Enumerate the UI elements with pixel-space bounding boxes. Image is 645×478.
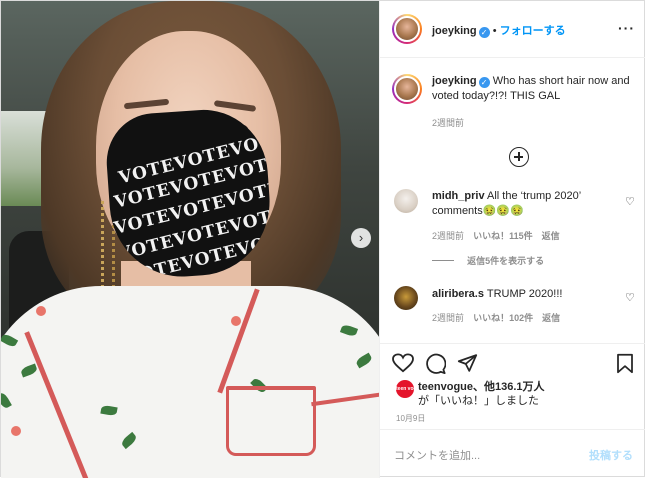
author-username[interactable]: joeyking — [432, 25, 477, 37]
share-icon[interactable] — [457, 353, 478, 373]
reply-button[interactable]: 返信 — [542, 313, 560, 323]
reply-button[interactable]: 返信 — [542, 231, 560, 241]
commenter-avatar[interactable] — [394, 286, 418, 310]
pajama-shirt — [1, 286, 379, 478]
comment-meta: 2週間前 いいね！102件 返信 — [432, 313, 561, 323]
instagram-post: VOTEVOTEVOTE VOTEVOTEVOTE VOTEVOTEVOTE V… — [0, 0, 645, 478]
caption: joeyking ✓ Who has short hair now and vot… — [432, 74, 637, 104]
post-header: joeyking ✓ • フォローする ··· — [380, 1, 645, 58]
vote-mask: VOTEVOTEVOTE VOTEVOTEVOTE VOTEVOTEVOTE V… — [103, 105, 275, 282]
comment-text: TRUMP 2020!!! — [486, 288, 563, 300]
next-arrow-icon[interactable]: › — [351, 228, 371, 248]
comment: midh_priv All the ‘trump 2020’ comments🤢… — [432, 189, 622, 219]
comment: aliribera.s TRUMP 2020!!! — [432, 287, 622, 302]
heart-icon[interactable] — [392, 353, 414, 373]
comment-username[interactable]: midh_priv — [432, 190, 485, 202]
likes-text[interactable]: teenvogue、他136.1万人 — [418, 381, 545, 393]
heart-icon[interactable]: ♡ — [625, 291, 635, 304]
verified-icon: ✓ — [478, 27, 490, 38]
likes-suffix: が「いいね！」しました — [418, 395, 539, 407]
comment-likes[interactable]: いいね！102件 — [473, 313, 533, 323]
comment-input[interactable]: コメントを追加... — [394, 447, 480, 463]
action-bar: teen vogue teenvogue、他136.1万人 が「いいね！」しまし… — [380, 343, 645, 429]
comment-bar: コメントを追加... 投稿する — [380, 429, 645, 478]
caption-avatar[interactable] — [392, 74, 422, 104]
dot-separator: • — [492, 25, 497, 37]
follow-button[interactable]: フォローする — [500, 25, 566, 37]
bookmark-icon[interactable] — [616, 353, 634, 374]
add-icon[interactable] — [509, 147, 529, 167]
avatar[interactable] — [392, 14, 422, 44]
post-comment-button[interactable]: 投稿する — [589, 447, 633, 463]
caption-time: 2週間前 — [432, 118, 465, 128]
comment-username[interactable]: aliribera.s — [432, 288, 484, 300]
commenter-avatar[interactable] — [394, 189, 418, 213]
comment-icon[interactable] — [425, 353, 446, 374]
comment-likes[interactable]: いいね！115件 — [473, 231, 533, 241]
more-icon[interactable]: ··· — [618, 20, 635, 36]
teenvogue-avatar[interactable]: teen vogue — [396, 380, 414, 398]
post-photo[interactable]: VOTEVOTEVOTE VOTEVOTEVOTE VOTEVOTEVOTE V… — [1, 1, 379, 478]
verified-icon: ✓ — [478, 77, 490, 88]
post-side-panel: joeyking ✓ • フォローする ··· joeyking ✓ Who has… — [379, 1, 645, 478]
heart-icon[interactable]: ♡ — [625, 195, 635, 208]
post-date: 10月9日 — [396, 414, 426, 423]
caption-username[interactable]: joeyking — [432, 75, 477, 87]
comment-meta: 2週間前 いいね！115件 返信 — [432, 231, 560, 241]
shirt-pocket — [226, 386, 316, 456]
view-replies[interactable]: 返信5件を表示する — [432, 254, 544, 267]
